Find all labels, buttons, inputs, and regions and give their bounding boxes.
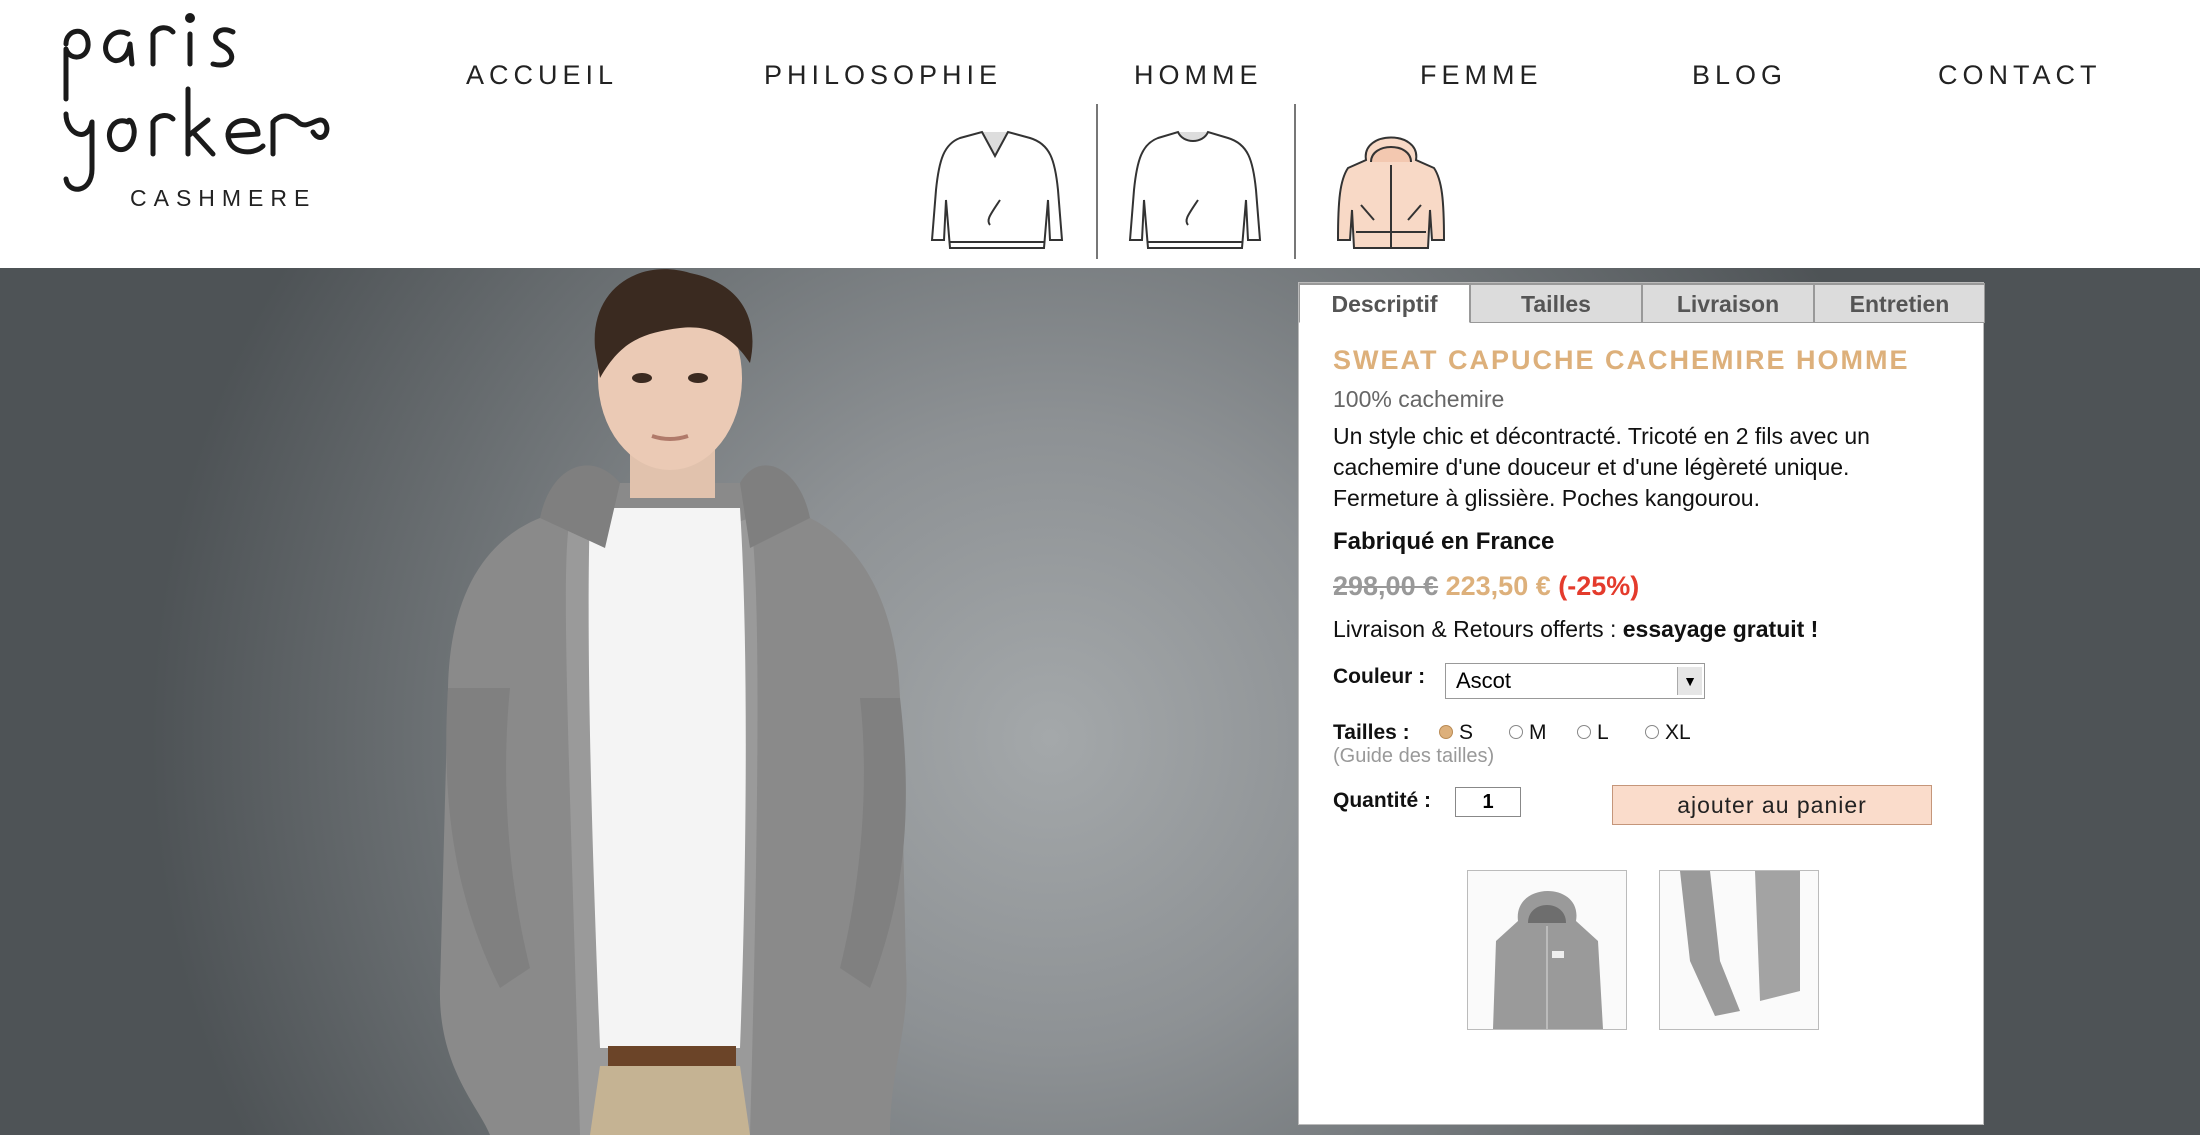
old-price: 298,00 € — [1333, 571, 1439, 601]
model-photo — [439, 269, 907, 1135]
discount-badge: (-25%) — [1558, 571, 1640, 601]
shipping-highlight: essayage gratuit ! — [1622, 616, 1819, 642]
subnav-divider — [1294, 104, 1296, 259]
size-label: Tailles : — [1333, 721, 1410, 744]
site-header: CASHMERE ACCUEIL PHILOSOPHIE HOMME FEMME… — [0, 0, 2200, 268]
thumbnail-hoodie-front[interactable] — [1467, 870, 1627, 1030]
color-select[interactable]: Ascot ▼ — [1445, 663, 1705, 699]
size-radio-m[interactable] — [1509, 725, 1523, 739]
price-block: 298,00 € 223,50 € (-25%) — [1333, 571, 1639, 602]
size-guide-link[interactable]: (Guide des tailles) — [1333, 745, 1494, 768]
nav-blog[interactable]: BLOG — [1692, 60, 1787, 91]
nav-contact[interactable]: CONTACT — [1938, 60, 2102, 91]
shipping-info: Livraison & Retours offerts : essayage g… — [1333, 616, 1818, 643]
quantity-input[interactable] — [1455, 787, 1521, 817]
tab-tailles[interactable]: Tailles — [1470, 283, 1642, 323]
product-title: SWEAT CAPUCHE CACHEMIRE HOMME — [1333, 345, 1910, 375]
color-select-value: Ascot — [1456, 668, 1512, 693]
nav-homme[interactable]: HOMME — [1134, 60, 1263, 91]
tab-entretien[interactable]: Entretien — [1814, 283, 1985, 323]
tab-descriptif[interactable]: Descriptif — [1299, 283, 1470, 323]
size-option-l: L — [1597, 721, 1609, 744]
shipping-text: Livraison & Retours offerts : — [1333, 616, 1623, 642]
product-tabs: Descriptif Tailles Livraison Entretien — [1299, 283, 1985, 323]
nav-accueil[interactable]: ACCUEIL — [466, 60, 618, 91]
size-option-xl: XL — [1665, 721, 1691, 744]
crewneck-sweater-icon[interactable] — [1118, 120, 1268, 270]
add-to-cart-button[interactable]: ajouter au panier — [1612, 785, 1932, 825]
quantity-label: Quantité : — [1333, 789, 1431, 812]
hoodie-icon[interactable] — [1316, 120, 1466, 270]
product-description: Un style chic et décontracté. Tricoté en… — [1333, 423, 1870, 511]
nav-femme[interactable]: FEMME — [1420, 60, 1543, 91]
size-radio-l[interactable] — [1577, 725, 1591, 739]
size-radio-s[interactable] — [1439, 725, 1453, 739]
main-nav: ACCUEIL PHILOSOPHIE HOMME FEMME BLOG CON… — [0, 60, 2200, 100]
color-row: Couleur : Ascot ▼ — [1333, 663, 1705, 705]
logo-tagline: CASHMERE — [130, 185, 317, 211]
nav-philosophie[interactable]: PHILOSOPHIE — [764, 60, 1002, 91]
size-radio-xl[interactable] — [1645, 725, 1659, 739]
product-panel: Descriptif Tailles Livraison Entretien S… — [1298, 282, 1985, 1125]
color-label: Couleur : — [1333, 665, 1426, 688]
product-material: 100% cachemire — [1333, 386, 1505, 412]
chevron-down-icon[interactable]: ▼ — [1677, 667, 1702, 695]
subnav-divider — [1096, 104, 1098, 259]
size-option-m: M — [1529, 721, 1547, 744]
category-subnav — [920, 100, 1460, 265]
size-option-s: S — [1459, 721, 1474, 744]
tab-livraison[interactable]: Livraison — [1642, 283, 1814, 323]
quantity-row: Quantité : — [1333, 787, 1521, 817]
size-row: Tailles : S M L XL — [1333, 721, 1691, 745]
new-price: 223,50 € — [1445, 571, 1551, 601]
thumbnail-sleeve-detail[interactable] — [1659, 870, 1819, 1030]
vneck-sweater-icon[interactable] — [920, 120, 1070, 270]
made-in-label: Fabriqué en France — [1333, 528, 1555, 555]
